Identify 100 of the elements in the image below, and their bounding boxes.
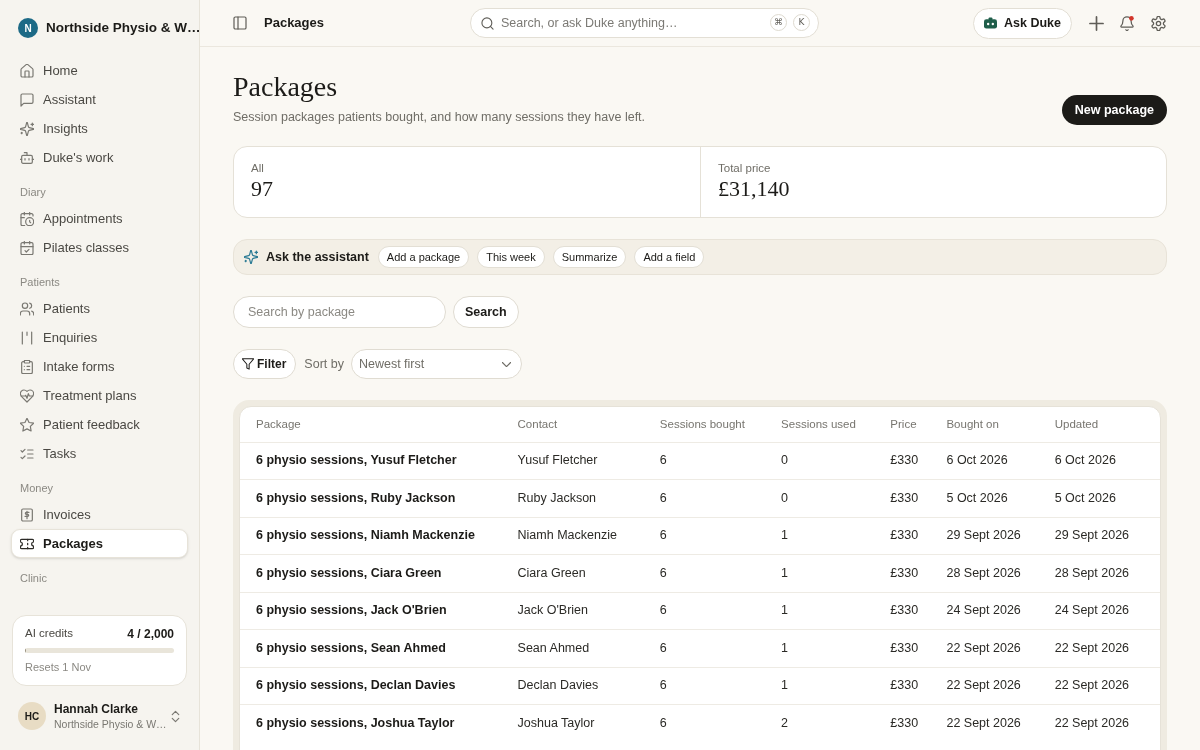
section-label: Diary xyxy=(20,185,47,200)
table-cell: 24 Sept 2026 xyxy=(1038,592,1160,630)
nav-item[interactable]: Invoices xyxy=(11,500,188,529)
sparkles-icon xyxy=(244,250,258,264)
chat-bubble-icon xyxy=(20,92,34,107)
table-cell: 6 xyxy=(643,592,766,630)
nav-item[interactable]: Duke's work xyxy=(11,143,188,172)
section-label: Clinic xyxy=(20,571,48,586)
sparkles-icon xyxy=(20,121,34,136)
sidebar-toggle-icon[interactable] xyxy=(233,16,247,30)
table-cell: 28 Sept 2026 xyxy=(1038,554,1160,592)
table-cell: £330 xyxy=(874,592,931,630)
nav-item[interactable]: Pilates classes xyxy=(11,233,188,262)
new-package-button[interactable]: New package xyxy=(1061,95,1167,125)
column-header: Contact xyxy=(501,407,644,442)
table-cell: 6 physio sessions, Jack O'Brien xyxy=(240,592,502,630)
table-cell: Ruby Jackson xyxy=(501,479,644,517)
table-cell: £330 xyxy=(874,442,931,480)
table-cell: Jack O'Brien xyxy=(501,592,644,630)
ask-duke-button[interactable]: Ask Duke xyxy=(973,7,1072,39)
clipboard-icon xyxy=(20,359,34,374)
workspace-name[interactable]: Northside Physio & W… xyxy=(46,17,201,39)
stat-label: All xyxy=(251,161,264,175)
table-cell: 22 Sept 2026 xyxy=(930,629,1039,667)
chevrons-up-down-icon[interactable] xyxy=(170,709,181,723)
nav-item[interactable]: Packages xyxy=(11,529,188,558)
suggestion-chip[interactable]: This week xyxy=(477,246,545,268)
table-cell: 6 xyxy=(643,442,766,480)
table-cell: 6 physio sessions, Yusuf Fletcher xyxy=(240,442,502,480)
nav-item[interactable]: Tasks xyxy=(11,439,188,468)
table-cell: Niamh Mackenzie xyxy=(501,517,644,555)
breadcrumb-title: Packages xyxy=(264,14,324,33)
column-header: Sessions used xyxy=(765,407,875,442)
table-cell: 1 xyxy=(765,517,875,555)
nav-item[interactable]: Insights xyxy=(11,114,188,143)
sort-dropdown[interactable]: Newest first xyxy=(350,349,522,379)
suggestion-chip[interactable]: Add a field xyxy=(634,246,705,268)
ticket-icon xyxy=(20,536,34,551)
table-cell: Ciara Green xyxy=(501,554,644,592)
suggestion-chip[interactable]: Summarize xyxy=(552,246,627,268)
search-icon xyxy=(481,16,494,30)
credits-value: 4 / 2,000 xyxy=(127,626,174,643)
bars-icon xyxy=(20,330,34,345)
nav-item[interactable]: Treatment plans xyxy=(11,381,188,410)
workspace-logo: N xyxy=(18,18,38,38)
star-icon xyxy=(20,417,34,432)
table-cell: 6 physio sessions, Sean Ahmed xyxy=(240,629,502,667)
column-header: Price xyxy=(874,407,931,442)
table-cell: 6 xyxy=(643,517,766,555)
package-search-input[interactable]: Search by package xyxy=(233,296,446,328)
search-button[interactable]: Search xyxy=(453,296,519,328)
assistant-label: Ask the assistant xyxy=(266,248,369,266)
table-cell: 1 xyxy=(765,667,875,705)
robot-icon xyxy=(20,150,34,165)
nav-item[interactable]: Assistant xyxy=(11,85,188,114)
table-cell: 6 xyxy=(643,629,766,667)
filter-icon xyxy=(242,358,254,370)
column-header: Sessions bought xyxy=(643,407,766,442)
nav-item[interactable]: Appointments xyxy=(11,204,188,233)
credits-label: AI credits xyxy=(25,626,73,642)
stat-value: £31,140 xyxy=(718,175,790,203)
table-cell: 1 xyxy=(765,554,875,592)
table-cell: £330 xyxy=(874,667,931,705)
nav-item[interactable]: Patient feedback xyxy=(11,410,188,439)
robot-icon xyxy=(984,17,997,29)
nav-item[interactable]: Home xyxy=(11,56,188,85)
sort-label: Sort by xyxy=(304,355,344,373)
table-cell: 6 physio sessions, Ciara Green xyxy=(240,554,502,592)
heart-pulse-icon xyxy=(20,388,34,403)
suggestion-chip[interactable]: Add a package xyxy=(377,246,470,268)
table-cell: 0 xyxy=(765,479,875,517)
bell-icon[interactable] xyxy=(1120,15,1135,31)
column-header: Package xyxy=(240,407,502,442)
nav-item[interactable]: Enquiries xyxy=(11,323,188,352)
table-cell: 0 xyxy=(765,442,875,480)
nav-item[interactable]: Patients xyxy=(11,294,188,323)
table-cell: 6 xyxy=(643,704,766,742)
table-cell: £330 xyxy=(874,517,931,555)
table-cell: 1 xyxy=(765,629,875,667)
home-icon xyxy=(20,63,34,78)
table-cell: 22 Sept 2026 xyxy=(1038,704,1160,742)
table-cell: 6 physio sessions, Declan Davies xyxy=(240,667,502,705)
table-cell: 29 Sept 2026 xyxy=(930,517,1039,555)
plus-icon[interactable] xyxy=(1089,15,1104,31)
filter-button[interactable]: Filter xyxy=(233,349,297,379)
table-cell: £330 xyxy=(874,629,931,667)
table-cell: 6 xyxy=(643,667,766,705)
table-cell: 6 physio sessions, Ruby Jackson xyxy=(240,479,502,517)
table-cell: 6 physio sessions, Niamh Mackenzie xyxy=(240,517,502,555)
column-header: Updated xyxy=(1038,407,1160,442)
calendar-clock-icon xyxy=(20,211,34,226)
table-cell: 29 Sept 2026 xyxy=(1038,517,1160,555)
stat-label: Total price xyxy=(718,161,771,175)
table-cell: 28 Sept 2026 xyxy=(930,554,1039,592)
table-cell: £330 xyxy=(874,479,931,517)
table-cell: 2 xyxy=(765,704,875,742)
nav-item[interactable]: Intake forms xyxy=(11,352,188,381)
table-cell: £330 xyxy=(874,704,931,742)
settings-icon[interactable] xyxy=(1151,15,1166,31)
stat-value: 97 xyxy=(251,175,273,203)
